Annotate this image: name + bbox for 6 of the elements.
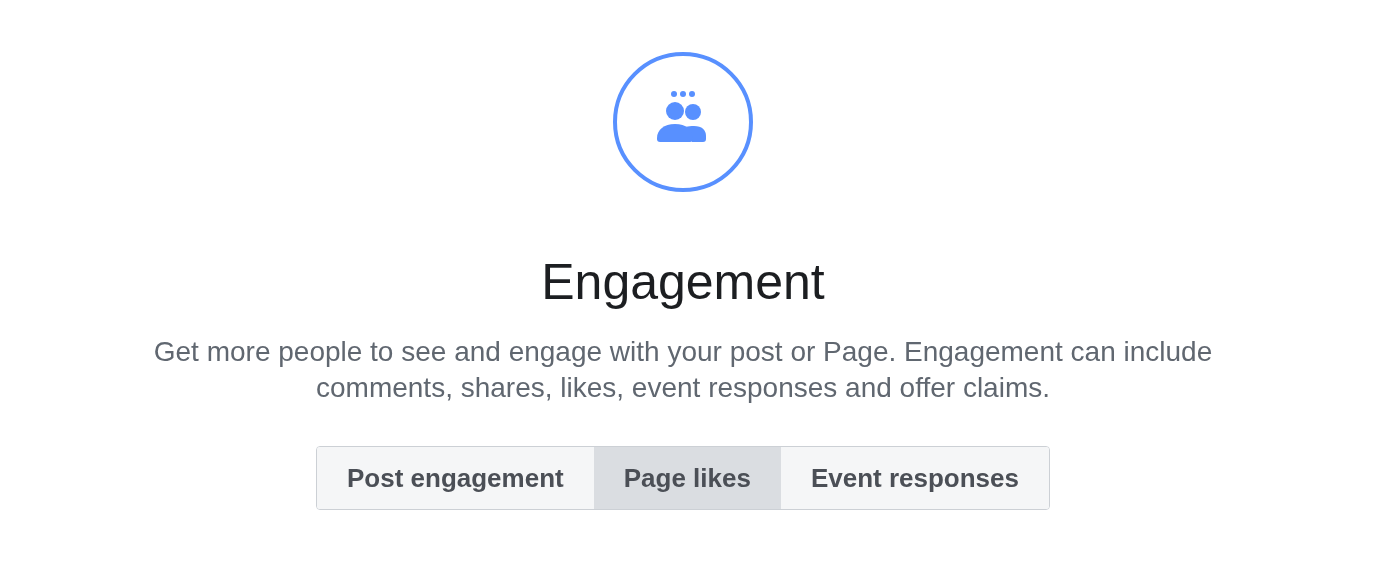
- section-title: Engagement: [541, 253, 825, 312]
- segment-button[interactable]: Page likes: [593, 447, 781, 509]
- segment-button[interactable]: Post engagement: [317, 447, 594, 509]
- segment-button[interactable]: Event responses: [780, 447, 1049, 509]
- engagement-icon: [613, 52, 753, 192]
- description-text: Get more people to see and engage with your post or Page. Engagement can include comments, shares, likes, event responses and offer claims.: [152, 335, 1214, 405]
